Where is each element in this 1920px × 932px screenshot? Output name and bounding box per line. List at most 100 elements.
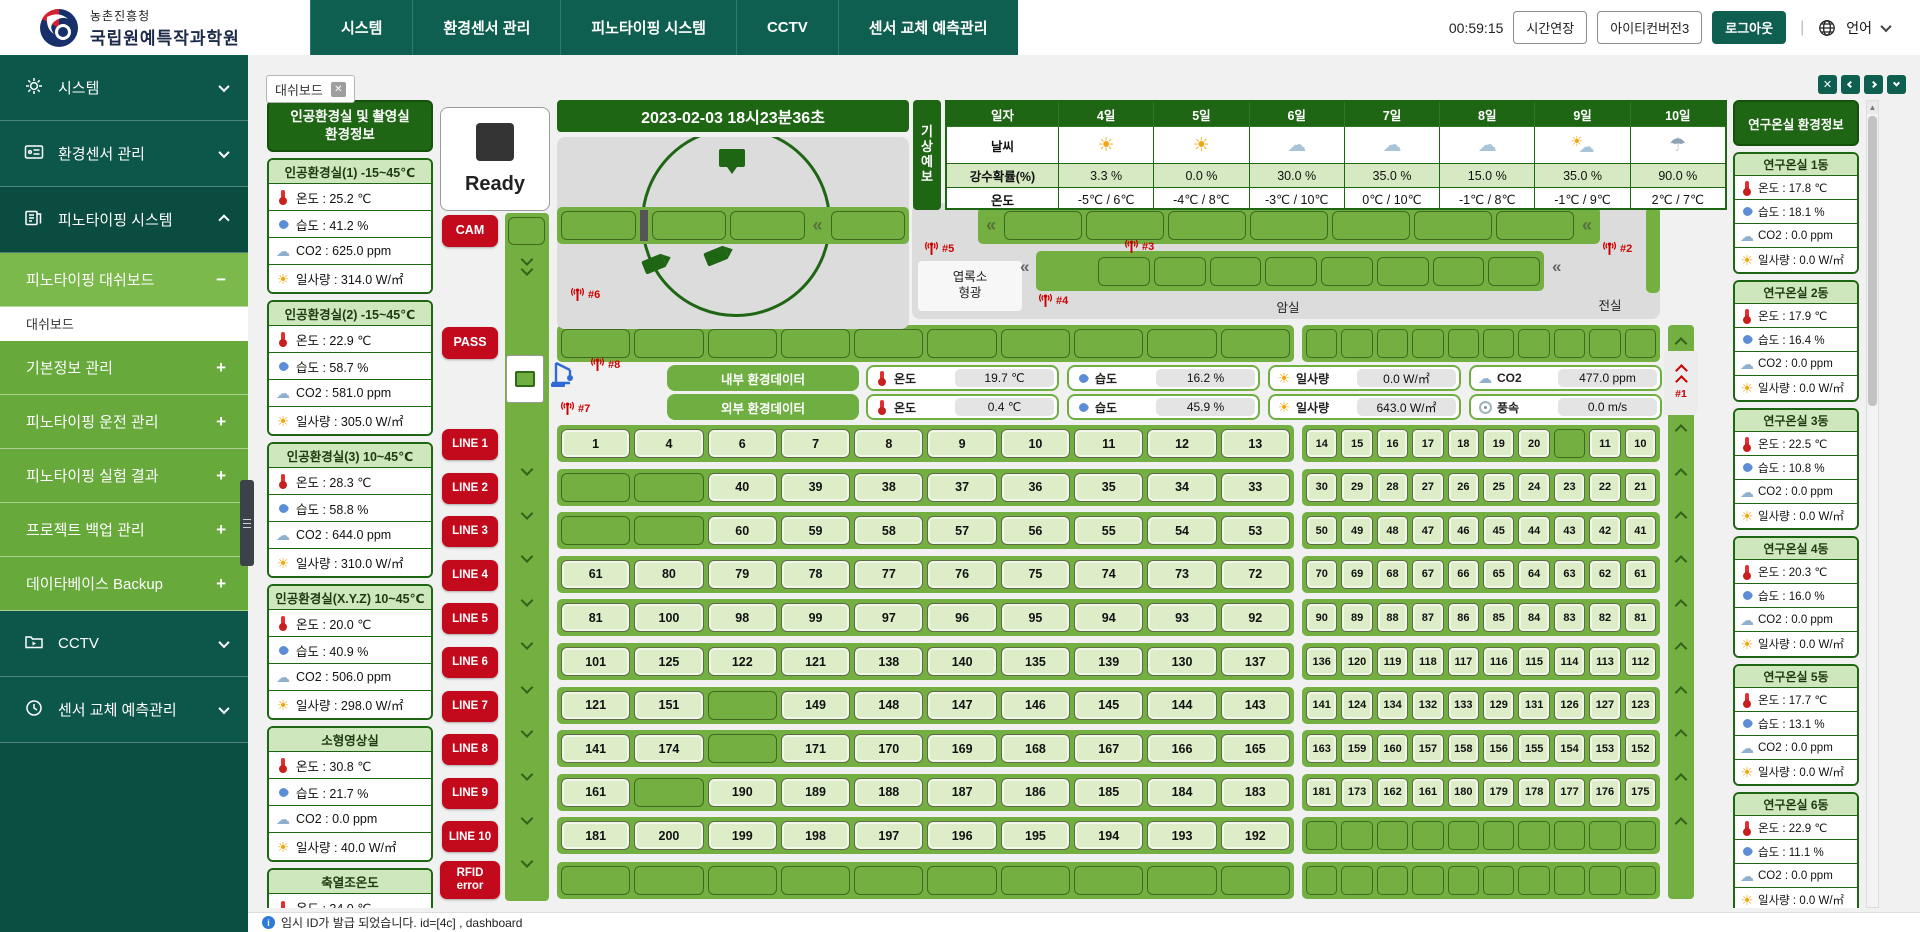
tray-cell[interactable]: 55 — [1074, 516, 1143, 545]
extend-time-button[interactable]: 시간연장 — [1513, 11, 1587, 44]
tray-cell[interactable]: 6 — [708, 429, 777, 458]
tray-cell[interactable]: 46 — [1448, 516, 1479, 545]
tray-cell[interactable]: 97 — [854, 603, 923, 632]
tray-cell[interactable] — [1221, 866, 1290, 895]
tray-cell[interactable]: 121 — [781, 647, 850, 676]
tray-cell[interactable]: 192 — [1221, 821, 1290, 850]
tray-cell[interactable]: 188 — [854, 778, 923, 807]
tray-cell[interactable]: 163 — [1306, 734, 1337, 763]
tray-cell[interactable]: 75 — [1001, 560, 1070, 589]
tray-cell[interactable] — [1412, 866, 1443, 895]
tray-cell[interactable]: 196 — [927, 821, 996, 850]
tray-cell[interactable]: 81 — [1625, 603, 1656, 632]
tray-cell[interactable]: 143 — [1221, 691, 1290, 720]
tray-cell[interactable]: 18 — [1448, 429, 1479, 458]
tray-cell[interactable]: 178 — [1518, 778, 1549, 807]
tab-close-icon[interactable]: ✕ — [331, 82, 346, 97]
tray-cell[interactable] — [781, 329, 850, 358]
tray-cell[interactable] — [854, 329, 923, 358]
tray-cell[interactable] — [1098, 257, 1150, 286]
tray-cell[interactable]: 193 — [1147, 821, 1216, 850]
line-button-9[interactable]: LINE 9 — [442, 778, 498, 809]
tray-cell[interactable]: 65 — [1483, 560, 1514, 589]
tray-cell[interactable] — [1341, 329, 1372, 358]
tray-cell[interactable]: 161 — [1412, 778, 1443, 807]
tray-cell[interactable]: 181 — [561, 821, 630, 850]
tray-cell[interactable] — [1412, 329, 1443, 358]
sidebar-item-3[interactable]: CCTV — [0, 611, 248, 677]
tray-cell[interactable]: 197 — [854, 821, 923, 850]
tray-cell[interactable]: 126 — [1554, 691, 1585, 720]
tray-cell[interactable]: 168 — [1001, 734, 1070, 763]
tray-cell[interactable]: 179 — [1483, 778, 1514, 807]
tray-cell[interactable]: 76 — [927, 560, 996, 589]
tray-cell[interactable]: 152 — [1625, 734, 1656, 763]
tray-cell[interactable]: 10 — [1001, 429, 1070, 458]
tray-cell[interactable]: 134 — [1377, 691, 1408, 720]
tray-cell[interactable] — [1483, 866, 1514, 895]
tray-cell[interactable]: 94 — [1074, 603, 1143, 632]
line-button-4[interactable]: LINE 4 — [442, 560, 498, 591]
tray-cell[interactable]: 79 — [708, 560, 777, 589]
tray-cell[interactable]: 47 — [1412, 516, 1443, 545]
tray-cell[interactable] — [1448, 866, 1479, 895]
tray-cell[interactable]: 11 — [1074, 429, 1143, 458]
tray-cell[interactable]: 68 — [1377, 560, 1408, 589]
line-button-3[interactable]: LINE 3 — [442, 516, 498, 547]
tray-cell[interactable] — [1377, 257, 1429, 286]
tray-cell[interactable]: 180 — [1448, 778, 1479, 807]
tray-cell[interactable]: 33 — [1221, 473, 1290, 502]
right-scrollbar[interactable]: ▲ — [1866, 100, 1879, 908]
tray-cell[interactable]: 125 — [634, 647, 703, 676]
tray-cell[interactable]: 73 — [1147, 560, 1216, 589]
tray-cell[interactable] — [854, 866, 923, 895]
tray-cell[interactable]: 198 — [781, 821, 850, 850]
tray-cell[interactable] — [1306, 866, 1337, 895]
tray-cell[interactable]: 124 — [1341, 691, 1372, 720]
tray-cell[interactable]: 41 — [1625, 516, 1656, 545]
tray-cell[interactable]: 156 — [1483, 734, 1514, 763]
subitem-toggle-icon[interactable]: + — [216, 466, 226, 486]
tray-cell[interactable]: 7 — [781, 429, 850, 458]
tray-cell[interactable] — [1341, 821, 1372, 850]
nav-item-4[interactable]: 센서 교체 예측관리 — [838, 0, 1018, 55]
tray-cell[interactable]: 96 — [927, 603, 996, 632]
tray-cell[interactable] — [1210, 257, 1262, 286]
tray-cell[interactable] — [1377, 866, 1408, 895]
tray-cell[interactable] — [1518, 821, 1549, 850]
tray-cell[interactable] — [561, 516, 630, 545]
tray-cell[interactable] — [781, 866, 850, 895]
tray-cell[interactable]: 64 — [1518, 560, 1549, 589]
tray-cell[interactable]: 57 — [927, 516, 996, 545]
tray-cell[interactable]: 167 — [1074, 734, 1143, 763]
tray-cell[interactable]: 141 — [1306, 691, 1337, 720]
nav-item-3[interactable]: CCTV — [736, 0, 838, 55]
tray-cell[interactable]: 83 — [1554, 603, 1585, 632]
tray-cell[interactable] — [1221, 329, 1290, 358]
tray-cell[interactable] — [1625, 329, 1656, 358]
tray-cell[interactable] — [1589, 821, 1620, 850]
tray-cell[interactable] — [1086, 211, 1164, 240]
globe-icon[interactable] — [1818, 19, 1836, 37]
tray-cell[interactable] — [1433, 257, 1485, 286]
tray-cell[interactable]: 154 — [1554, 734, 1585, 763]
tray-cell[interactable]: 174 — [634, 734, 703, 763]
tray-cell[interactable]: 187 — [927, 778, 996, 807]
tray-cell[interactable]: 181 — [1306, 778, 1337, 807]
tray-cell[interactable]: 67 — [1412, 560, 1443, 589]
tray-cell[interactable] — [1589, 329, 1620, 358]
tray-cell[interactable]: 13 — [1221, 429, 1290, 458]
tray-cell[interactable]: 145 — [1074, 691, 1143, 720]
tray-cell[interactable] — [1306, 329, 1337, 358]
tray-cell[interactable]: 140 — [927, 647, 996, 676]
tray-cell[interactable]: 24 — [1518, 473, 1549, 502]
tray-cell[interactable]: 92 — [1221, 603, 1290, 632]
tray-cell[interactable]: 74 — [1074, 560, 1143, 589]
tray-cell[interactable]: 42 — [1589, 516, 1620, 545]
tray-cell[interactable]: 162 — [1377, 778, 1408, 807]
tray-cell[interactable]: 72 — [1221, 560, 1290, 589]
tray-cell[interactable] — [1483, 329, 1514, 358]
tray-cell[interactable]: 86 — [1448, 603, 1479, 632]
tray-cell[interactable]: 116 — [1483, 647, 1514, 676]
tray-cell[interactable]: 183 — [1221, 778, 1290, 807]
